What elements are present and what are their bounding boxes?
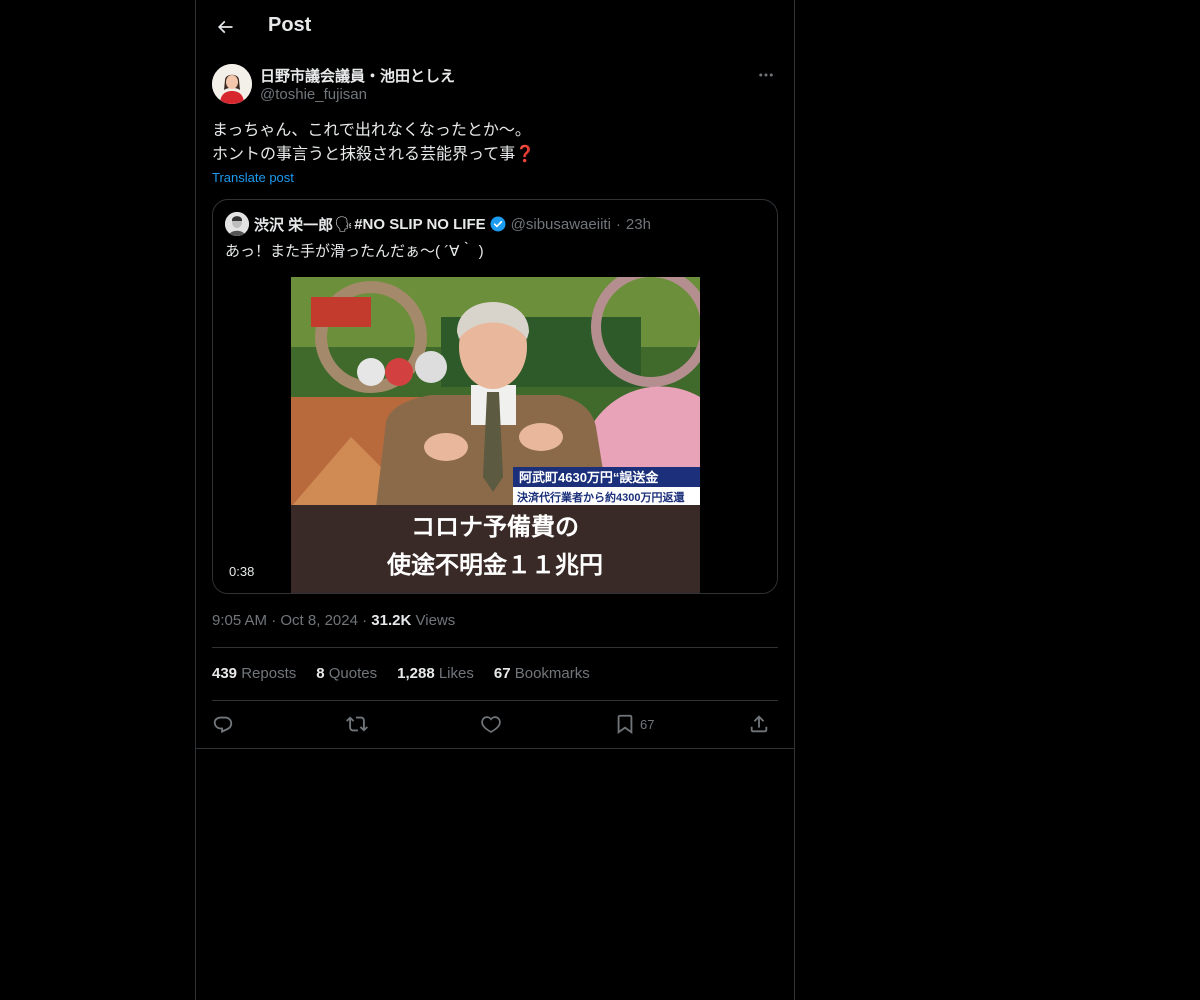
video-frame[interactable]: 阿武町4630万円“誤送金 決済代行業者から約4300万円返還 コロナ予備費の …: [291, 277, 700, 593]
quoted-author-suffix[interactable]: #NO SLIP NO LIFE: [354, 216, 485, 233]
reply-button[interactable]: [212, 708, 234, 740]
quotes-stat[interactable]: 8 Quotes: [316, 665, 377, 682]
quoted-post-header: 渋沢 栄一郎 🗣 #NO SLIP NO LIFE @sibusawaeiiti…: [225, 212, 765, 236]
question-emoji: ❓: [515, 146, 536, 163]
post-text: まっちゃん、これで出れなくなったとか〜。 ホントの事言うと抹殺される芸能界って事…: [212, 119, 778, 167]
separator-dot: ·: [615, 215, 621, 233]
divider: [196, 748, 794, 749]
post-text-line-2-text: ホントの事言うと抹殺される芸能界って事: [212, 146, 516, 163]
author-name[interactable]: 日野市議会議員・池田としえ: [260, 65, 455, 86]
views-label: Views: [415, 612, 456, 629]
video-banner-line2: 決済代行業者から約4300万円返還: [517, 490, 685, 504]
video-duration: 0:38: [225, 563, 259, 580]
quoted-avatar[interactable]: [225, 212, 249, 236]
likes-label: Likes: [438, 665, 474, 682]
more-button[interactable]: [754, 66, 778, 84]
bookmarks-label: Bookmarks: [514, 665, 590, 682]
speaking-head-emoji: 🗣: [334, 216, 354, 233]
share-button[interactable]: [748, 708, 770, 740]
video-caption-line1: コロナ予備費の: [411, 513, 579, 541]
video-banner-line1: 阿武町4630万円“誤送金: [519, 470, 659, 485]
post-text-line-1: まっちゃん、これで出れなくなったとか〜。: [212, 122, 531, 139]
avatar[interactable]: [212, 64, 252, 104]
video-player[interactable]: 阿武町4630万円“誤送金 決済代行業者から約4300万円返還 コロナ予備費の …: [213, 277, 777, 593]
quotes-label: Quotes: [328, 665, 378, 682]
post-date[interactable]: Oct 8, 2024: [280, 612, 358, 629]
like-button[interactable]: [480, 708, 502, 740]
back-button[interactable]: [208, 10, 242, 44]
post-header: Post: [196, 0, 794, 53]
bookmark-button[interactable]: 67: [614, 708, 654, 740]
reposts-stat[interactable]: 439 Reposts: [212, 665, 296, 682]
post-text-line-2: ホントの事言うと抹殺される芸能界って事❓: [212, 143, 778, 167]
video-thumbnail: 阿武町4630万円“誤送金 決済代行業者から約4300万円返還 コロナ予備費の …: [291, 277, 700, 593]
translate-post-link[interactable]: Translate post: [212, 170, 294, 185]
quoted-avatar-image: [225, 212, 249, 236]
repost-icon: [346, 716, 368, 732]
quoted-author-handle[interactable]: @sibusawaeiiti: [511, 216, 611, 233]
divider: [212, 647, 778, 648]
quoted-author-name[interactable]: 渋沢 栄一郎: [254, 214, 333, 235]
views-count: 31.2K: [371, 612, 412, 629]
quoted-post-text: あっ！また手が滑ったんだぁ〜( ´∀｀ ): [225, 243, 484, 260]
video-caption-line2: 使途不明金１１兆円: [386, 551, 603, 579]
bookmark-icon: [617, 714, 633, 735]
bookmarks-stat[interactable]: 67 Bookmarks: [494, 665, 590, 682]
quotes-count: 8: [316, 665, 325, 682]
post-meta: 9:05 AM · Oct 8, 2024 · 31.2K Views: [212, 612, 455, 629]
separator-dot: ·: [271, 612, 281, 629]
reposts-label: Reposts: [241, 665, 297, 682]
separator-dot: ·: [362, 612, 372, 629]
page-title: Post: [268, 14, 312, 36]
avatar-image: [212, 64, 252, 104]
post-author: 日野市議会議員・池田としえ @toshie_fujisan: [212, 64, 778, 108]
action-bar: 67: [212, 708, 778, 740]
likes-count: 1,288: [397, 665, 435, 682]
post-time[interactable]: 9:05 AM: [212, 612, 267, 629]
engagement-stats: 439 Reposts 8 Quotes 1,288 Likes 67 Book…: [212, 665, 590, 682]
quoted-timestamp[interactable]: 23h: [626, 216, 651, 233]
repost-button[interactable]: [346, 708, 368, 740]
reposts-count: 439: [212, 665, 238, 682]
likes-stat[interactable]: 1,288 Likes: [397, 665, 474, 682]
bookmark-count: 67: [640, 716, 655, 732]
bookmarks-count: 67: [493, 665, 511, 682]
verified-badge-icon: [489, 215, 507, 233]
post-column: Post 日野市議会議員・池田としえ @toshie_fujisan まっちゃん…: [195, 0, 795, 1000]
reply-icon: [213, 716, 233, 734]
heart-icon: [481, 716, 501, 733]
quoted-post[interactable]: 渋沢 栄一郎 🗣 #NO SLIP NO LIFE @sibusawaeiiti…: [212, 199, 778, 594]
share-icon: [750, 715, 768, 733]
more-icon: [759, 73, 773, 77]
divider: [212, 700, 778, 701]
author-handle[interactable]: @toshie_fujisan: [260, 86, 367, 103]
arrow-left-icon: [217, 20, 233, 34]
